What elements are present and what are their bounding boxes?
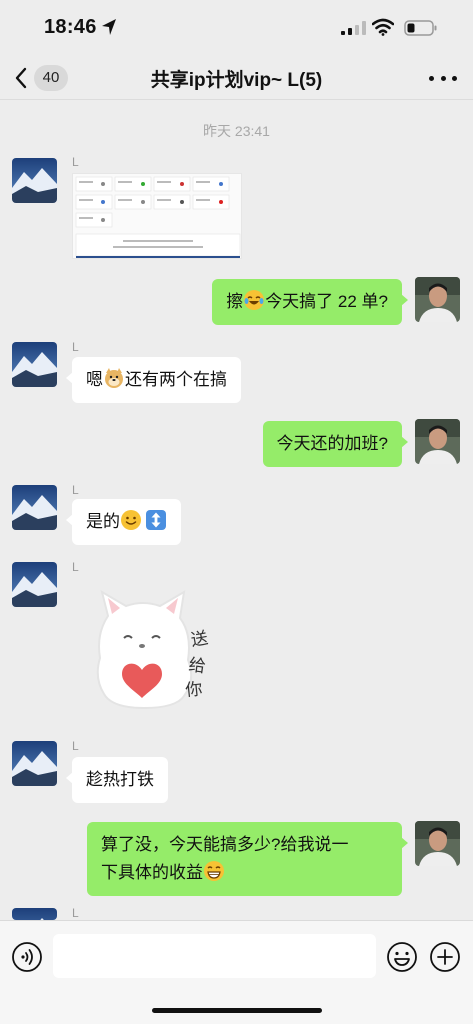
message-text: 算了没，今天能搞多少?给我说一: [101, 835, 349, 854]
message-input[interactable]: [53, 934, 376, 978]
sender-name: L: [72, 155, 79, 169]
voice-input-icon[interactable]: [11, 941, 43, 973]
avatar-l[interactable]: [12, 342, 57, 387]
dot-icon: [429, 75, 434, 81]
sender-name: L: [72, 739, 79, 753]
chat-title: 共享ip计划vip~ L(5): [150, 70, 323, 91]
mountain-avatar-image: [12, 741, 57, 786]
sender-name: L: [72, 483, 79, 497]
back-button[interactable]: 40: [14, 63, 74, 93]
message-bubble-incoming[interactable]: 是的: [66, 499, 181, 545]
status-time: 18:46: [44, 16, 97, 38]
message-bubble-outgoing[interactable]: 今天还的加班?: [262, 421, 409, 467]
sender-name: L: [72, 560, 79, 574]
message-text: 还有两个在搞: [125, 370, 227, 389]
avatar-l[interactable]: [12, 158, 57, 203]
person-avatar-image: [415, 821, 460, 866]
message-text: 擦: [226, 292, 244, 311]
avatar-self[interactable]: [415, 277, 460, 322]
grin-emoji-icon: [204, 861, 224, 881]
wifi-icon: [372, 18, 394, 36]
cellular-signal-icon: [341, 21, 366, 35]
mountain-avatar-image: [12, 158, 57, 203]
message-bubble-outgoing[interactable]: 算了没，今天能搞多少?给我说一 下具体的收益: [87, 822, 408, 896]
shared-screenshot-image[interactable]: [72, 173, 242, 259]
doge-emoji-icon: [105, 368, 123, 388]
mountain-avatar-image: [12, 342, 57, 387]
message-text: 今天还的加班?: [276, 434, 388, 453]
location-arrow-icon: [102, 19, 116, 35]
mountain-avatar-image: [12, 485, 57, 530]
emoji-picker-icon[interactable]: [386, 941, 418, 973]
unread-count-badge: 40: [34, 65, 68, 91]
mountain-avatar-image: [12, 562, 57, 607]
message-text: 嗯: [86, 370, 103, 389]
avatar-self[interactable]: [415, 821, 460, 866]
dot-icon: [440, 75, 446, 81]
chevron-left-icon: [15, 67, 27, 89]
sticker-text: 给: [187, 655, 207, 677]
sender-name: L: [72, 340, 79, 354]
dot-icon: [452, 75, 457, 81]
chat-header: 40 共享ip计划vip~ L(5): [0, 56, 473, 100]
sender-name: L: [72, 906, 79, 920]
battery-icon: [404, 20, 437, 36]
sticker-text: 你: [184, 679, 203, 701]
message-text: 是的: [86, 512, 120, 531]
message-text: 趁热打铁: [86, 770, 154, 789]
more-options-button[interactable]: [429, 66, 457, 90]
mountain-avatar-image: [12, 908, 57, 920]
avatar-l[interactable]: [12, 485, 57, 530]
message-bubble-incoming[interactable]: 嗯 还有两个在搞: [66, 357, 241, 403]
avatar-l[interactable]: [12, 562, 57, 607]
home-indicator: [152, 1008, 322, 1013]
status-bar: 18:46: [0, 0, 473, 56]
up-down-arrow-icon: [146, 510, 166, 530]
avatar-self[interactable]: [415, 419, 460, 464]
cat-heart-sticker[interactable]: 送 给 你: [88, 590, 218, 720]
plus-more-icon[interactable]: [429, 941, 461, 973]
message-timestamp: 昨天 23:41: [203, 123, 270, 139]
laughing-crying-emoji-icon: [244, 290, 265, 310]
message-bubble-outgoing[interactable]: 擦 今天搞了 22 单?: [212, 279, 408, 325]
message-bubble-incoming[interactable]: 趁热打铁: [66, 757, 168, 803]
message-text: 下具体的收益: [101, 863, 203, 882]
sticker-text: 送: [189, 628, 209, 651]
message-text: 今天搞了 22 单?: [265, 292, 388, 311]
avatar-l[interactable]: [12, 908, 57, 920]
smile-emoji-icon: [121, 510, 141, 530]
person-avatar-image: [415, 277, 460, 322]
avatar-l[interactable]: [12, 741, 57, 786]
person-avatar-image: [415, 419, 460, 464]
